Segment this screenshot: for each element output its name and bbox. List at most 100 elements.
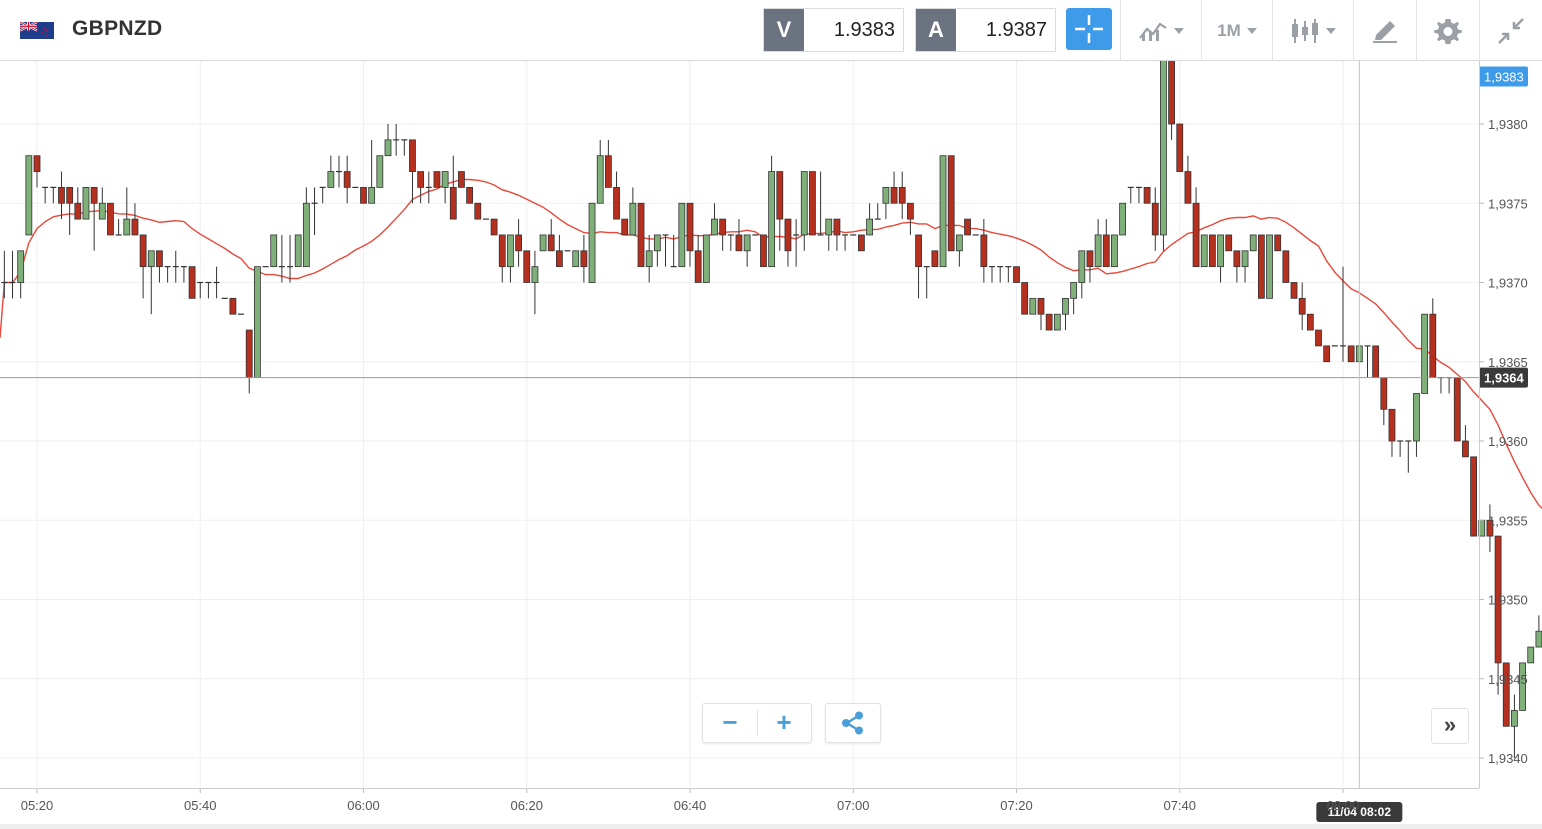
candle-body bbox=[588, 202, 596, 283]
bear-candle bbox=[523, 250, 531, 283]
y-tick-label: 1,9350 bbox=[1488, 593, 1528, 608]
bull-candle bbox=[702, 234, 710, 283]
bottom-strip bbox=[0, 824, 1542, 829]
candle-body bbox=[1037, 297, 1045, 315]
sell-quote-button[interactable]: V 1.9383 bbox=[763, 8, 904, 52]
candle-body bbox=[1168, 61, 1175, 125]
bear-candle bbox=[719, 218, 727, 251]
candle-body bbox=[1176, 123, 1184, 172]
bear-candle bbox=[360, 187, 367, 204]
bull-candle bbox=[115, 219, 122, 236]
candle-body bbox=[596, 155, 604, 204]
chevron-down-icon bbox=[1174, 27, 1184, 34]
bear-candle bbox=[1282, 250, 1290, 283]
bear-candle bbox=[735, 219, 743, 252]
candle-body bbox=[1372, 345, 1380, 378]
y-tick-label: 1,9340 bbox=[1488, 751, 1528, 766]
timeframe-button[interactable]: 1M bbox=[1201, 0, 1272, 61]
candle-body bbox=[360, 187, 367, 204]
buy-quote-button[interactable]: A 1.9387 bbox=[915, 8, 1056, 52]
bear-candle bbox=[1233, 250, 1241, 283]
collapse-button[interactable] bbox=[1479, 0, 1542, 61]
bull-candle bbox=[1053, 313, 1061, 331]
bear-candle bbox=[1347, 345, 1355, 363]
y-tick-label: 1,9375 bbox=[1488, 196, 1528, 211]
bear-candle bbox=[458, 171, 465, 188]
x-tick-label: 05:40 bbox=[184, 798, 217, 813]
bear-candle bbox=[74, 187, 82, 220]
candle-body bbox=[768, 171, 776, 268]
candle-body bbox=[1111, 234, 1118, 268]
bear-candle bbox=[1429, 298, 1437, 378]
bull-candle bbox=[401, 139, 408, 156]
bear-candle bbox=[621, 218, 629, 236]
gear-icon bbox=[1434, 18, 1462, 44]
bull-candle bbox=[629, 187, 637, 236]
bull-candle bbox=[1266, 234, 1273, 299]
candle-body bbox=[1029, 297, 1037, 315]
bear-candle bbox=[466, 187, 474, 204]
candle-body bbox=[1070, 282, 1078, 299]
candle-body bbox=[368, 187, 376, 204]
chart-type-button[interactable] bbox=[1120, 0, 1201, 61]
candle-body bbox=[147, 250, 155, 268]
scroll-to-latest-button[interactable]: » bbox=[1431, 708, 1469, 744]
x-tick-label: 06:40 bbox=[674, 798, 707, 813]
candle-body bbox=[1282, 250, 1290, 283]
candle-body bbox=[1021, 282, 1029, 315]
candle-body bbox=[1233, 250, 1241, 268]
bear-candle bbox=[604, 139, 612, 188]
candle-body bbox=[1225, 234, 1233, 252]
candle-body bbox=[1209, 234, 1216, 268]
candle-body bbox=[58, 187, 65, 204]
candle-body bbox=[90, 187, 98, 204]
candle-body bbox=[531, 266, 539, 283]
candle-body bbox=[890, 187, 898, 204]
bear-candle bbox=[156, 250, 163, 283]
candle-body bbox=[82, 187, 90, 220]
bull-candle bbox=[164, 266, 171, 283]
bear-candle bbox=[833, 218, 841, 251]
bear-candle bbox=[1298, 282, 1306, 331]
bear-candle bbox=[1168, 61, 1175, 140]
chevron-down-icon bbox=[1246, 27, 1257, 34]
candle-body bbox=[1160, 61, 1167, 236]
bull-candle bbox=[882, 187, 890, 220]
bear-candle bbox=[417, 171, 425, 204]
candle-body bbox=[1257, 234, 1265, 299]
collapse-icon bbox=[1498, 17, 1524, 44]
bull-candle bbox=[1527, 646, 1535, 664]
candle-body bbox=[33, 155, 41, 172]
y-tick-label: 1,9345 bbox=[1488, 672, 1528, 687]
crosshair-button[interactable] bbox=[1066, 8, 1112, 50]
bear-candle bbox=[1274, 234, 1282, 252]
buy-label: A bbox=[916, 9, 956, 51]
bull-candle bbox=[50, 186, 57, 204]
candle-body bbox=[1421, 313, 1429, 394]
zoom-out-button[interactable]: − bbox=[703, 704, 757, 742]
candle-body bbox=[139, 234, 147, 268]
candle-style-button[interactable] bbox=[1272, 0, 1353, 61]
bull-candle bbox=[1127, 186, 1134, 204]
bull-candle bbox=[1005, 266, 1012, 283]
bull-candle bbox=[939, 155, 947, 268]
bear-candle bbox=[1372, 345, 1380, 378]
candle-body bbox=[1380, 377, 1388, 410]
bull-candle bbox=[1241, 250, 1249, 283]
settings-button[interactable] bbox=[1416, 0, 1479, 61]
share-button[interactable] bbox=[825, 703, 881, 743]
candle-body bbox=[1298, 297, 1306, 315]
candle-body bbox=[498, 234, 506, 268]
y-tick-label: 1,9365 bbox=[1488, 355, 1528, 370]
candle-body bbox=[915, 234, 922, 268]
bear-candle bbox=[580, 234, 588, 283]
drawing-tools-button[interactable] bbox=[1353, 0, 1416, 61]
bear-candle bbox=[1176, 123, 1184, 172]
zoom-in-button[interactable]: + bbox=[757, 704, 811, 742]
bear-candle bbox=[980, 219, 988, 283]
candle-body bbox=[1470, 456, 1477, 537]
bull-candle bbox=[596, 139, 604, 204]
candle-body bbox=[515, 234, 522, 252]
bull-candle bbox=[531, 250, 539, 315]
candle-body bbox=[327, 171, 335, 188]
